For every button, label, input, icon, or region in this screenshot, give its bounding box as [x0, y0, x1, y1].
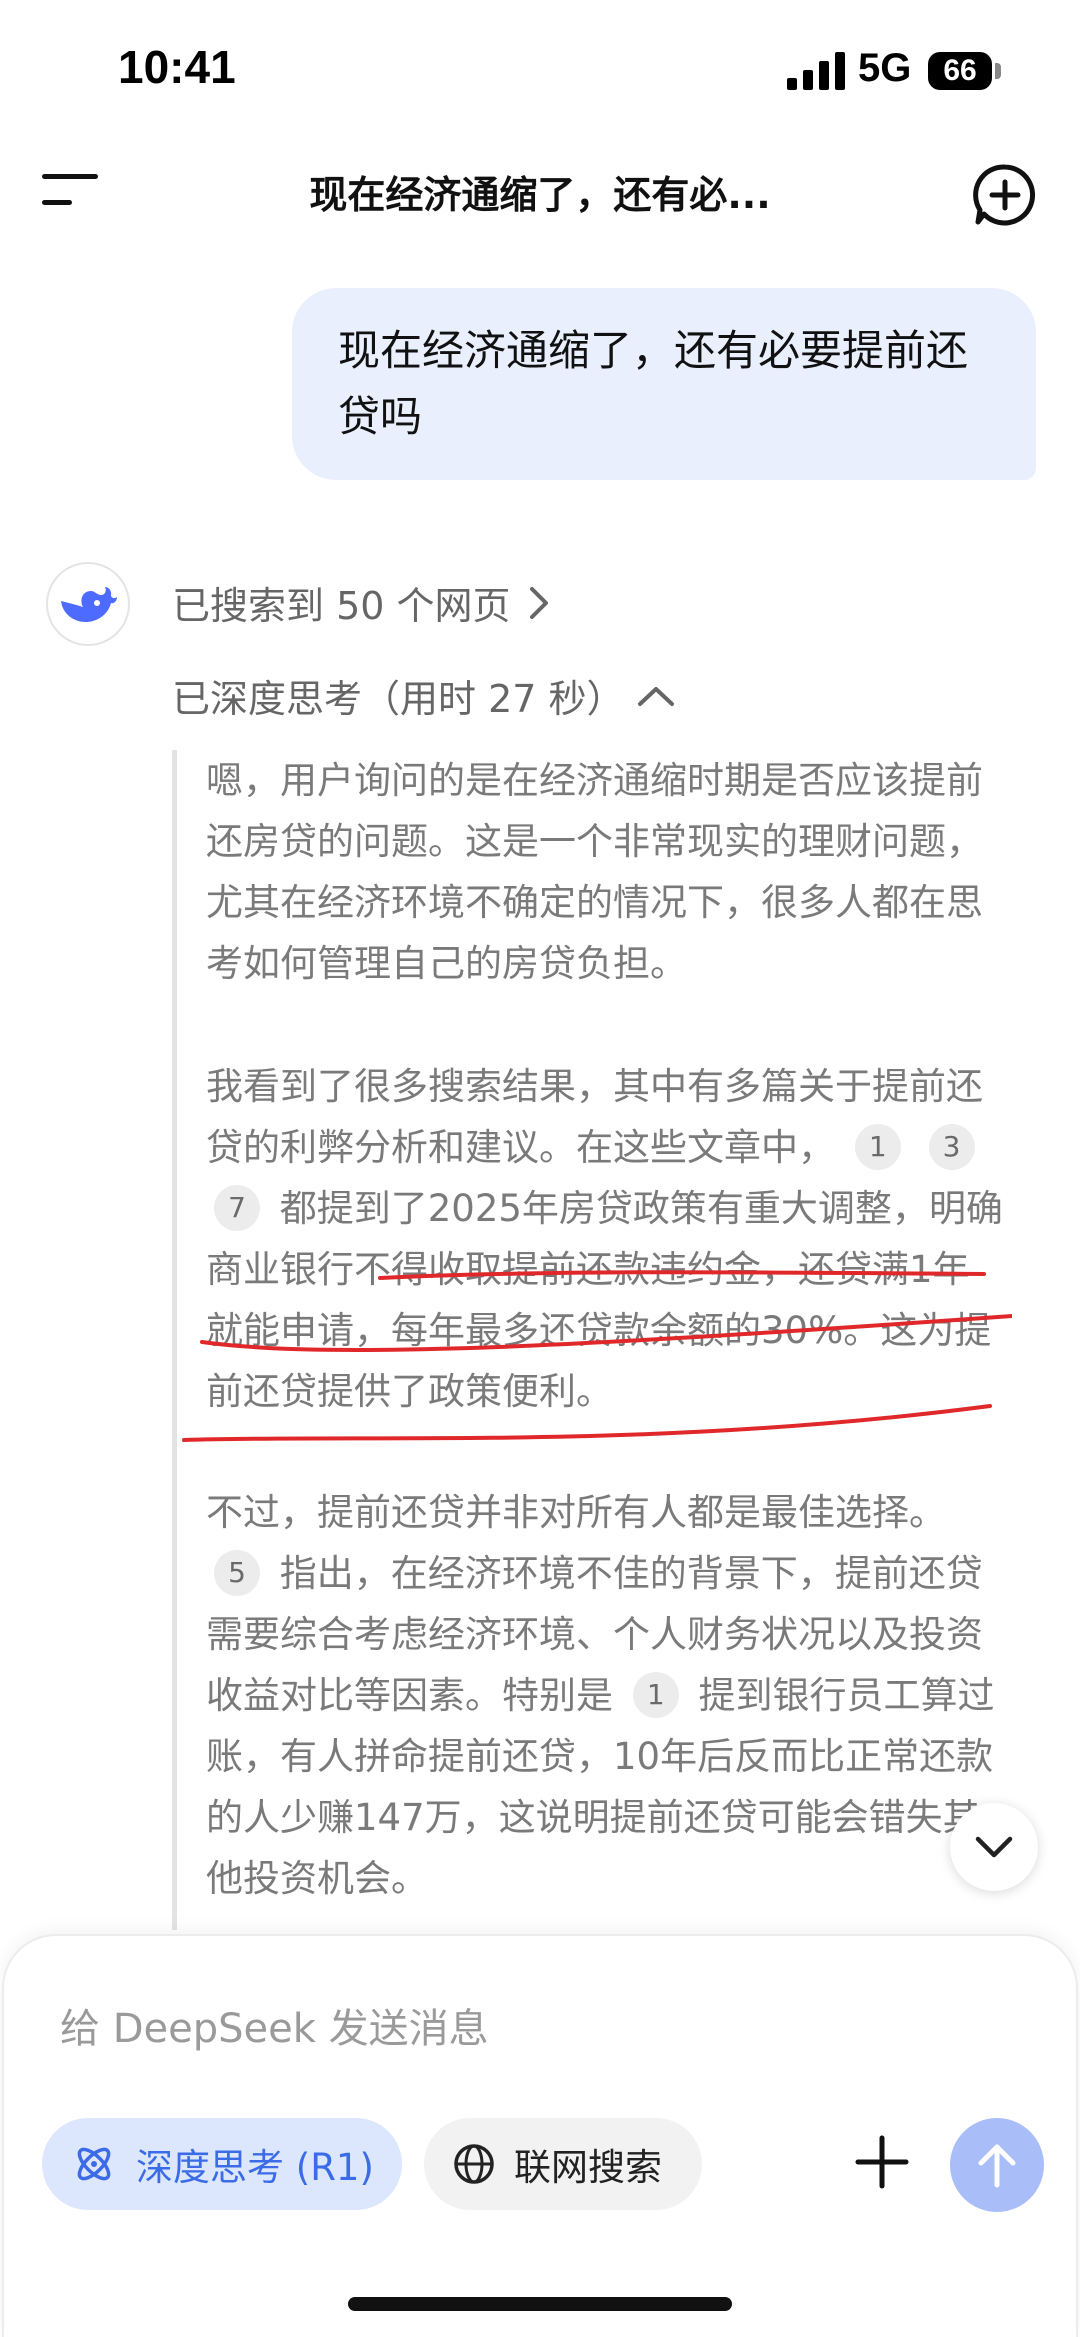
citation-badge[interactable]: 3: [928, 1124, 975, 1170]
chevron-down-icon: [975, 1836, 1013, 1858]
deepseek-whale-icon: [61, 587, 117, 623]
battery-level: 66: [943, 54, 977, 87]
home-indicator: [348, 2297, 732, 2311]
signal-icon: [787, 52, 845, 90]
deepseek-avatar: [46, 562, 130, 646]
chat-title: 现在经济通缩了，还有必...: [309, 173, 771, 217]
deep-think-label: 深度思考 (R1): [136, 2146, 374, 2189]
plus-icon[interactable]: [852, 2132, 912, 2192]
status-time: 10:41: [118, 41, 236, 93]
thinking-content: 嗯，用户询问的是在经济通缩时期是否应该提前还房贷的问题。这是一个非常现实的理财问…: [172, 750, 1012, 1930]
web-search-label: 联网搜索: [514, 2146, 662, 2189]
citation-badge[interactable]: 7: [214, 1185, 260, 1231]
citation-badge[interactable]: 1: [632, 1672, 679, 1718]
scroll-down-button[interactable]: [950, 1803, 1038, 1891]
arrow-up-icon: [978, 2144, 1016, 2188]
atom-icon: [77, 2147, 111, 2181]
battery-icon: 66: [928, 52, 992, 90]
network-type: 5G: [858, 46, 912, 90]
send-button[interactable]: [950, 2118, 1044, 2212]
search-results-label: 已搜索到 50 个网页: [172, 584, 511, 628]
message-composer: 给 DeepSeek 发送消息 深度思考 (R1) 联网搜索: [2, 1934, 1078, 2337]
deep-think-toggle[interactable]: 深度思考 (R1): [42, 2118, 402, 2210]
status-bar: 10:41 5G 66: [0, 0, 1080, 130]
web-search-toggle[interactable]: 联网搜索: [424, 2118, 702, 2210]
think-toggle[interactable]: 已深度思考（用时 27 秒）: [172, 668, 675, 723]
thinking-paragraph-3: 不过，提前还贷并非对所有人都是最佳选择。 5 指出，在经济环境不佳的背景下，提前…: [206, 1482, 1006, 1909]
paragraph-2-body-a: 都提到了2025年房贷政策有重大调整，: [279, 1187, 929, 1230]
globe-icon: [454, 2144, 494, 2184]
thinking-paragraph-2: 我看到了很多搜索结果，其中有多篇关于提前还贷的利弊分析和建议。在这些文章中， 1…: [206, 1056, 1006, 1422]
citation-badge[interactable]: 5: [214, 1550, 260, 1596]
thinking-divider: [172, 750, 177, 1930]
new-chat-icon[interactable]: [972, 162, 1038, 228]
search-results-link[interactable]: 已搜索到 50 个网页: [172, 575, 549, 630]
menu-icon[interactable]: [40, 170, 100, 210]
think-toggle-label: 已深度思考（用时 27 秒）: [172, 677, 625, 721]
chat-header: 现在经济通缩了，还有必...: [0, 140, 1080, 240]
chevron-up-icon: [637, 686, 674, 706]
message-input[interactable]: 给 DeepSeek 发送消息: [60, 1996, 489, 2054]
user-message-bubble[interactable]: 现在经济通缩了，还有必要提前还贷吗: [292, 288, 1036, 480]
chevron-right-icon: [529, 586, 548, 619]
battery-tip: [995, 63, 1001, 79]
paragraph-3-a: 不过，提前还贷并非对所有人都是最佳选择。: [206, 1491, 946, 1534]
citation-badge[interactable]: 1: [854, 1124, 901, 1170]
thinking-paragraph-1: 嗯，用户询问的是在经济通缩时期是否应该提前还房贷的问题。这是一个非常现实的理财问…: [206, 759, 983, 985]
